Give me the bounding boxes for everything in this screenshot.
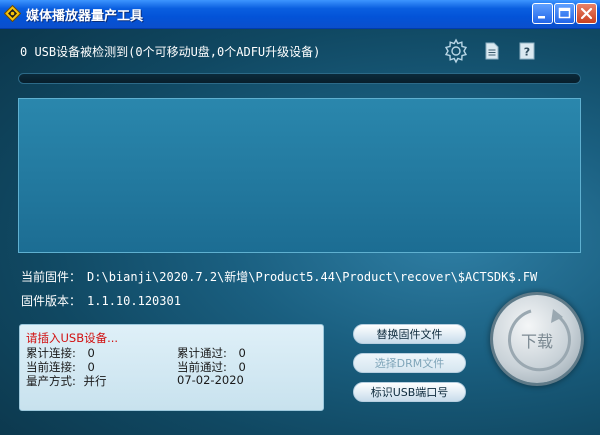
firmware-path-row: 当前固件： D:\bianji\2020.7.2\新增\Product5.44\P…: [21, 268, 537, 285]
firmware-path-label: 当前固件：: [21, 270, 82, 284]
current-connect-label: 当前连接:: [26, 360, 76, 374]
settings-gear-icon[interactable]: [443, 38, 469, 64]
firmware-version-row: 固件版本： 1.1.10.120301: [21, 292, 181, 309]
select-drm-button[interactable]: 选择DRM文件: [353, 353, 466, 373]
firmware-version-label: 固件版本：: [21, 294, 82, 308]
maximize-icon: [558, 7, 571, 19]
maximize-button[interactable]: [554, 3, 575, 24]
current-pass-label: 当前通过:: [177, 360, 227, 374]
total-connect-value: 0: [87, 346, 95, 360]
total-pass-label: 累计通过:: [177, 346, 227, 360]
total-pass-value: 0: [238, 346, 246, 360]
document-icon[interactable]: [484, 42, 500, 60]
total-connect-label: 累计连接:: [26, 346, 76, 360]
firmware-version-value: 1.1.10.120301: [87, 294, 181, 308]
minimize-icon: [538, 16, 545, 19]
date-text: 07-02-2020: [177, 373, 244, 387]
download-button[interactable]: 下载: [493, 295, 581, 383]
app-diamond-icon: [4, 5, 21, 22]
insert-usb-prompt: 请插入USB设备...: [26, 331, 119, 345]
replace-firmware-button[interactable]: 替换固件文件: [353, 324, 466, 344]
window-title: 媒体播放器量产工具: [26, 9, 144, 24]
close-icon: [580, 7, 593, 20]
status-panel: 请插入USB设备... 累计连接: 0 累计通过: 0 当前连接: 0 当前通过…: [19, 324, 324, 411]
firmware-path-value: D:\bianji\2020.7.2\新增\Product5.44\Produc…: [87, 270, 538, 284]
current-connect-value: 0: [87, 360, 95, 374]
log-area[interactable]: [18, 98, 581, 253]
svg-text:?: ?: [524, 46, 530, 59]
close-button[interactable]: [576, 3, 597, 24]
detected-devices-text: 0 USB设备被检测到(0个可移动U盘,0个ADFU升级设备): [20, 45, 321, 59]
download-label: 下载: [520, 332, 553, 351]
production-mode-label: 量产方式:: [26, 374, 76, 388]
progress-bar: [18, 73, 581, 84]
mark-usb-port-button[interactable]: 标识USB端口号: [353, 382, 466, 402]
production-mode-row: 量产方式: 并行: [26, 373, 107, 389]
production-mode-value: 并行: [83, 374, 107, 388]
title-bar[interactable]: 媒体播放器量产工具: [0, 0, 600, 29]
minimize-button[interactable]: [532, 3, 553, 24]
current-pass-value: 0: [238, 360, 246, 374]
help-icon[interactable]: ?: [519, 42, 535, 60]
main-window: 媒体播放器量产工具 0 USB设备被检测到(0个可移动U盘,0个ADFU升级设备…: [0, 0, 600, 435]
